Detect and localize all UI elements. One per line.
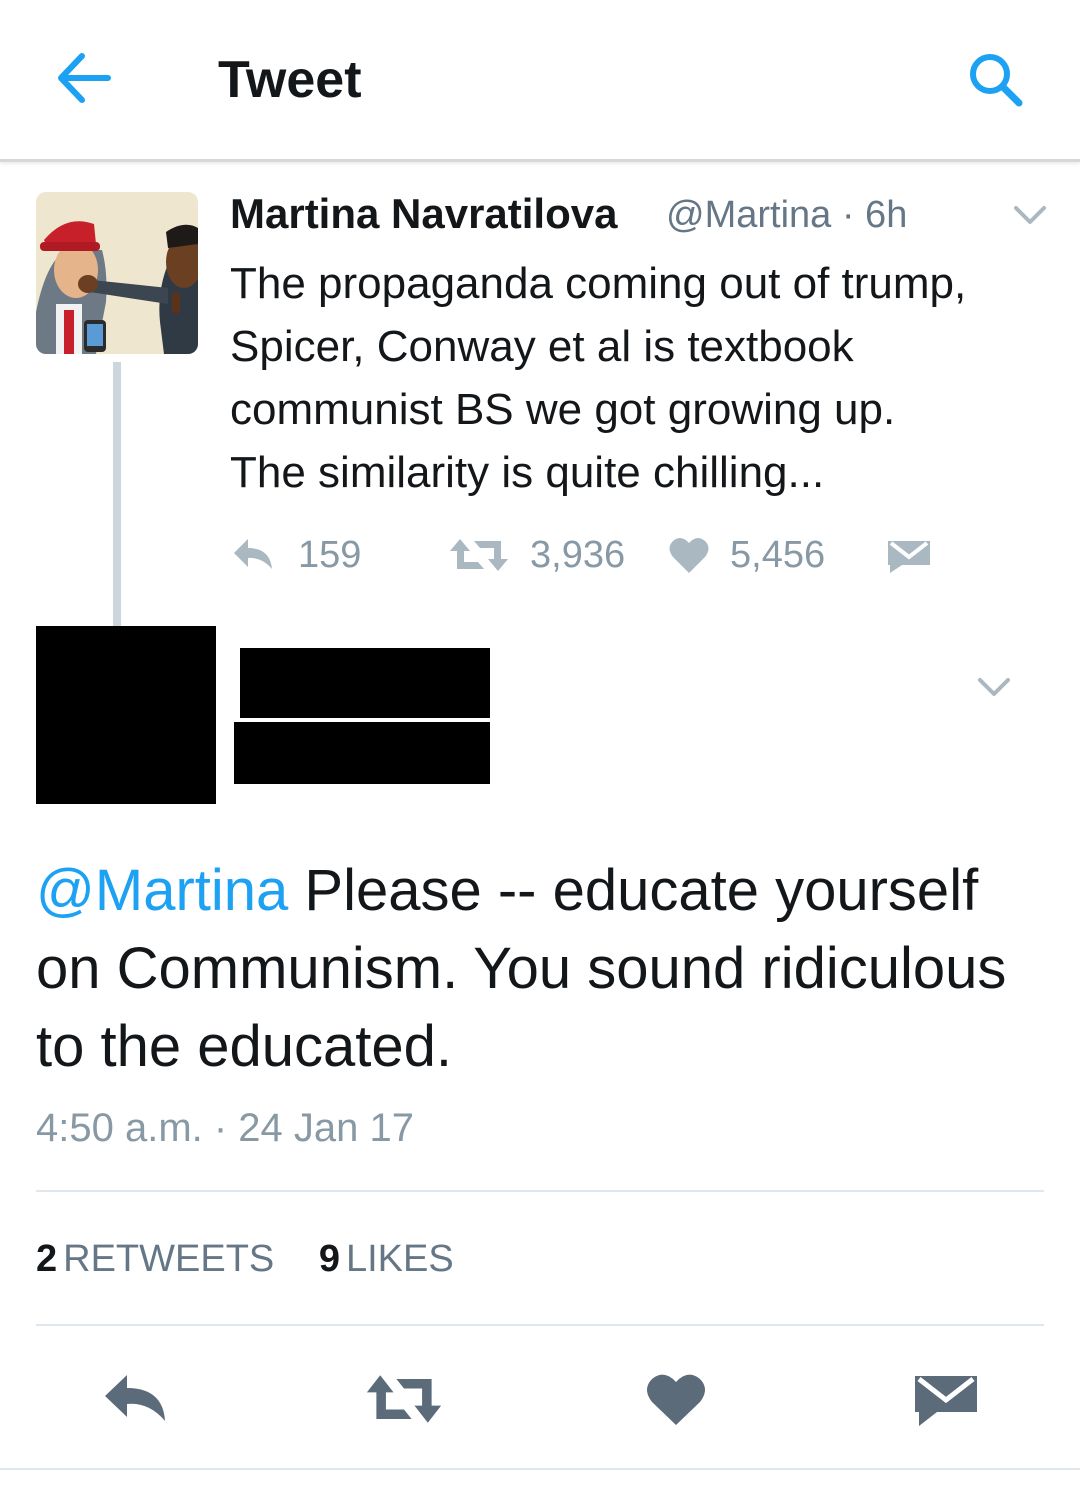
- retweets-label: RETWEETS: [63, 1238, 275, 1280]
- thread-connector-line: [113, 362, 121, 626]
- divider: [36, 1190, 1044, 1192]
- reply-text-line: on Communism. You sound ridiculous: [36, 936, 1007, 1001]
- retweet-icon: [450, 539, 508, 571]
- chevron-down-icon[interactable]: [974, 672, 1014, 702]
- redacted-author-name: [240, 648, 490, 718]
- reply-button[interactable]: 159: [230, 530, 361, 580]
- retweet-icon: [366, 1375, 442, 1423]
- page-title: Tweet: [218, 51, 362, 109]
- retweets-stat[interactable]: 2 RETWEETS: [36, 1238, 274, 1281]
- tweet-text: The propaganda coming out of trump, Spic…: [230, 252, 1060, 504]
- redacted-avatar: [36, 626, 216, 804]
- author-handle-time: @Martina · 6h: [666, 194, 908, 236]
- reply-icon: [105, 1375, 165, 1421]
- retweet-button[interactable]: [364, 1364, 444, 1434]
- tweet-text-line: The propaganda coming out of trump,: [230, 259, 967, 308]
- retweet-count: 3,936: [530, 533, 626, 576]
- engagement-stats: 2 RETWEETS 9 LIKES: [36, 1238, 488, 1281]
- chevron-down-icon[interactable]: [1010, 200, 1050, 230]
- redacted-author-handle: [234, 722, 490, 784]
- like-count: 5,456: [730, 533, 826, 576]
- reply-tweet-text: @Martina Please -- educate yourself on C…: [36, 852, 1056, 1086]
- likes-label: LIKES: [345, 1238, 454, 1280]
- like-button[interactable]: 5,456: [668, 530, 825, 580]
- back-arrow-icon[interactable]: [52, 48, 116, 108]
- like-button[interactable]: [636, 1364, 716, 1434]
- reply-count: 159: [298, 533, 362, 576]
- tweet-timestamp: 4:50 a.m. · 24 Jan 17: [36, 1106, 415, 1150]
- retweet-button[interactable]: 3,936: [448, 530, 625, 580]
- divider: [36, 1324, 1044, 1326]
- author-avatar[interactable]: [36, 192, 198, 354]
- reply-icon: [234, 539, 272, 569]
- tweet-text-line: Spicer, Conway et al is textbook: [230, 322, 854, 371]
- reply-text-line: @Martina Please -- educate yourself: [36, 852, 1056, 930]
- search-icon[interactable]: [966, 50, 1026, 110]
- likes-stat[interactable]: 9 LIKES: [319, 1238, 454, 1281]
- reply-text-line: to the educated.: [36, 1014, 452, 1079]
- direct-message-button[interactable]: [906, 1364, 986, 1434]
- app-header: Tweet: [0, 0, 1080, 162]
- author-name[interactable]: Martina Navratilova: [230, 190, 617, 238]
- envelope-icon: [888, 541, 930, 573]
- envelope-icon: [915, 1376, 977, 1426]
- heart-icon: [647, 1374, 705, 1425]
- mention-link[interactable]: @Martina: [36, 858, 288, 923]
- divider: [0, 1468, 1080, 1470]
- tweet-text-line: communist BS we got growing up.: [230, 385, 896, 434]
- heart-icon: [669, 537, 709, 573]
- likes-count: 9: [318, 1238, 340, 1280]
- direct-message-button[interactable]: [886, 530, 932, 580]
- retweets-count: 2: [36, 1238, 58, 1280]
- tweet-text-line: The similarity is quite chilling...: [230, 448, 825, 497]
- reply-text-segment: Please -- educate yourself: [288, 858, 979, 923]
- reply-button[interactable]: [96, 1364, 176, 1434]
